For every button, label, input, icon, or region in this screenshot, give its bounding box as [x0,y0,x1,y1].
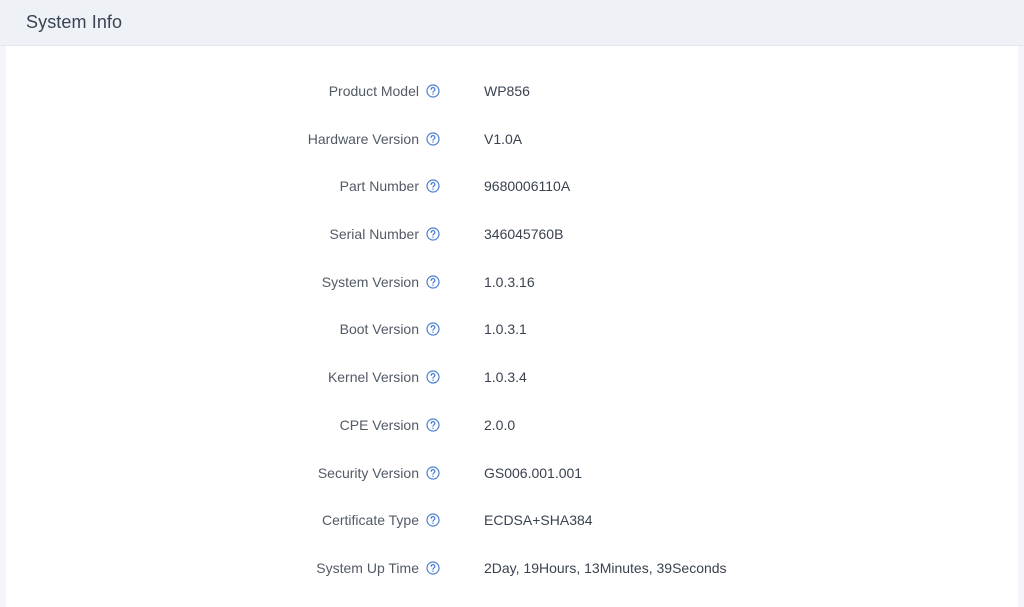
help-circle-icon[interactable] [426,513,440,527]
field-value: 1.0.3.1 [484,321,527,338]
info-list: Product Model WP856 Hardware Version V1.… [6,67,1018,592]
help-circle-icon[interactable] [426,370,440,384]
field-label: Certificate Type [321,512,419,529]
info-row-hardware-version: Hardware Version V1.0A [6,115,1018,163]
field-label: Boot Version [339,321,419,338]
system-info-panel: Product Model WP856 Hardware Version V1.… [6,46,1018,607]
field-label: Security Version [317,464,419,481]
help-circle-icon[interactable] [426,561,440,575]
field-value: GS006.001.001 [484,464,583,481]
info-row-system-version: System Version 1.0.3.16 [6,258,1018,306]
info-row-system-up-time: System Up Time 2Day, 19Hours, 13Minutes,… [6,544,1018,592]
info-row-product-model: Product Model WP856 [6,67,1018,115]
field-label: CPE Version [339,416,419,433]
info-row-boot-version: Boot Version 1.0.3.1 [6,305,1018,353]
field-label: Part Number [339,178,419,195]
field-label: Product Model [328,83,419,99]
field-label: System Version [321,273,419,290]
help-circle-icon[interactable] [426,84,440,98]
help-circle-icon[interactable] [426,418,440,432]
help-circle-icon[interactable] [426,275,440,289]
field-value: 2Day, 19Hours, 13Minutes, 39Seconds [484,559,727,576]
field-value: WP856 [484,83,530,99]
help-circle-icon[interactable] [426,322,440,337]
field-value: V1.0A [484,130,523,147]
field-label: System Up Time [316,559,419,576]
help-circle-icon[interactable] [426,227,440,241]
field-label: Hardware Version [307,130,419,147]
field-value: 2.0.0 [484,416,516,433]
field-value: 9680006110A [484,178,571,195]
info-row-serial-number: Serial Number 346045760B [6,210,1018,258]
field-value: ECDSA+SHA384 [484,512,593,529]
page-header: System Info [0,0,1024,46]
info-row-part-number: Part Number 9680006110A [6,162,1018,210]
info-row-security-version: Security Version GS006.001.001 [6,449,1018,497]
info-row-certificate-type: Certificate Type ECDSA+SHA384 [6,496,1018,544]
info-row-cpe-version: CPE Version 2.0.0 [6,401,1018,449]
field-value: 1.0.3.16 [484,273,535,290]
info-row-kernel-version: Kernel Version 1.0.3.4 [6,353,1018,401]
field-value: 346045760B [484,226,564,243]
help-circle-icon[interactable] [426,179,440,193]
field-label: Kernel Version [327,369,419,386]
field-value: 1.0.3.4 [484,369,527,386]
field-label: Serial Number [329,226,419,243]
page-title: System Info [26,12,123,32]
help-circle-icon[interactable] [426,465,440,480]
help-circle-icon[interactable] [426,132,440,146]
